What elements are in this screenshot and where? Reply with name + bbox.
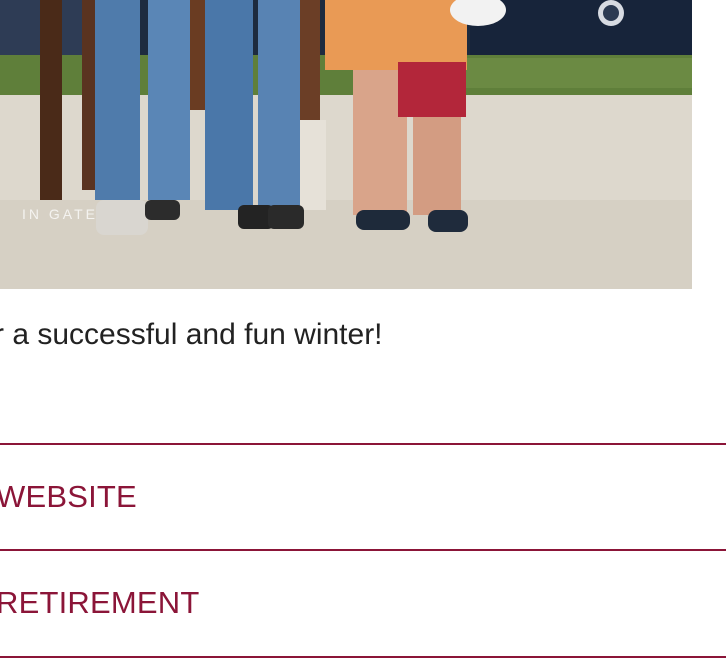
event-photo: IN GATE — [0, 0, 692, 289]
divider-bottom — [0, 656, 726, 658]
photo-watermark: IN GATE — [22, 206, 98, 222]
divider-middle — [0, 549, 726, 551]
website-link[interactable]: WEBSITE — [0, 479, 137, 515]
divider-top — [0, 443, 726, 445]
photo-caption: r a successful and fun winter! — [0, 318, 383, 351]
photo-scene: IN GATE — [0, 0, 692, 289]
retirement-link[interactable]: RETIREMENT — [0, 585, 200, 621]
